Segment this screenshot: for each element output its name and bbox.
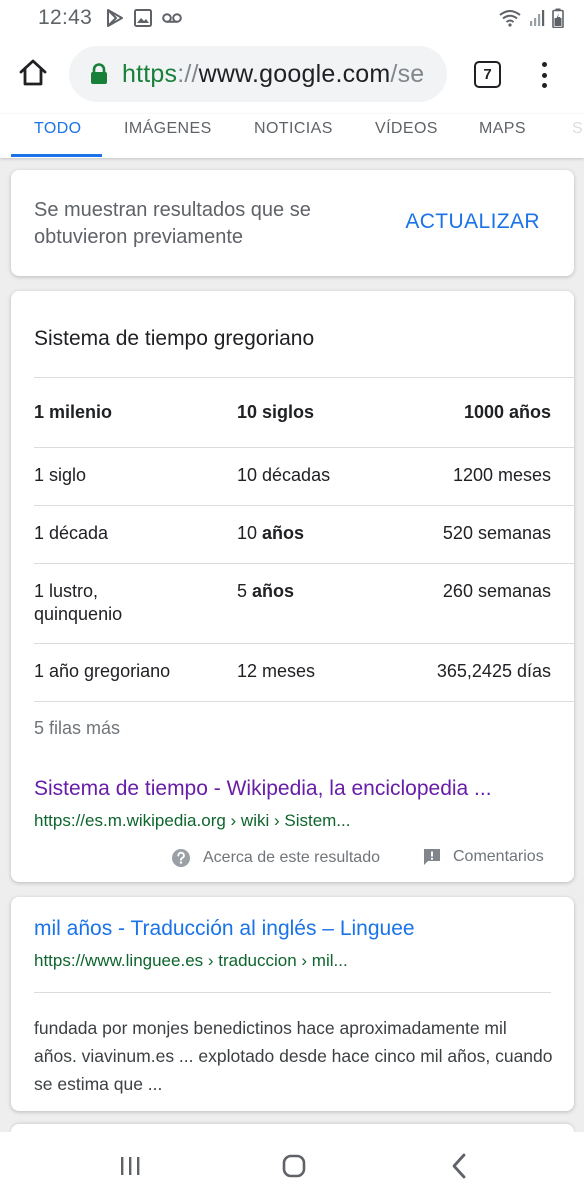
home-icon <box>18 59 48 92</box>
table-cell: 1 milenio <box>34 402 113 422</box>
table-cell: 10 décadas <box>237 465 331 485</box>
result-url[interactable]: https://es.m.wikipedia.org › wiki › Sist… <box>34 811 350 831</box>
system-icons <box>498 8 564 28</box>
result-url[interactable]: https://www.linguee.es › traduccion › mi… <box>34 951 348 971</box>
address-bar[interactable]: https://www.google.com/se <box>69 46 447 102</box>
url-scheme: https <box>122 59 178 88</box>
image-icon <box>134 9 153 27</box>
help-icon <box>171 848 191 868</box>
tab-todo[interactable]: TODO <box>34 114 82 158</box>
feedback-label: Comentarios <box>453 848 544 865</box>
url-separator: :// <box>177 59 199 88</box>
tab-count: 7 <box>483 66 492 83</box>
tab-noticias[interactable]: NOTICIAS <box>254 114 333 158</box>
about-result-button[interactable]: Acerca de este resultado <box>171 848 380 868</box>
table-cell: 520 semanas <box>442 523 551 543</box>
divider <box>34 643 574 644</box>
result-snippet: fundada por monjes benedictinos hace apr… <box>34 1018 553 1094</box>
notification-icons <box>106 9 182 27</box>
table-cell: 1200 meses <box>452 465 551 485</box>
tab-imagenes[interactable]: IMÁGENES <box>124 114 212 158</box>
play-store-icon <box>106 9 124 27</box>
table-cell: 10 siglos <box>237 402 315 422</box>
home-circle-icon[interactable] <box>279 1152 309 1180</box>
signal-icon <box>529 9 545 27</box>
table-cell: 1 lustro, quinquenio <box>34 581 123 624</box>
search-result-card: mil años - Traducción al inglés – Lingue… <box>11 897 574 1111</box>
recent-apps-icon[interactable] <box>115 1152 145 1180</box>
status-bar: 12:43 <box>0 0 584 36</box>
home-button[interactable] <box>15 57 51 93</box>
url-host: www.google.com <box>198 59 391 88</box>
table-cell: 365,2425 días <box>436 661 551 681</box>
table-cell: 10 años <box>237 522 304 545</box>
tab-maps[interactable]: MAPS <box>479 114 526 158</box>
table-cell: 5 años <box>237 580 294 603</box>
table-cell-value: 10 <box>237 523 263 543</box>
divider <box>34 563 574 564</box>
feedback-icon <box>423 848 441 866</box>
tab-videos[interactable]: VÍDEOS <box>375 114 438 158</box>
divider <box>34 701 574 702</box>
table-cell: 1 década <box>34 523 109 543</box>
cached-results-notice: Se muestran resultados que se obtuvieron… <box>11 170 574 276</box>
table-cell-unit: años <box>262 523 305 543</box>
table-cell: 260 semanas <box>442 581 551 601</box>
divider <box>34 992 551 993</box>
more-rows-link[interactable]: 5 filas más <box>34 718 120 739</box>
tab-switcher-button[interactable]: 7 <box>474 61 501 88</box>
more-vert-icon[interactable] <box>534 59 554 91</box>
browser-toolbar: https://www.google.com/se 7 <box>0 36 584 114</box>
url-path: /se <box>390 59 425 88</box>
active-tab-indicator <box>11 154 102 157</box>
search-tabs: TODO IMÁGENES NOTICIAS VÍDEOS MAPS S <box>0 114 584 158</box>
about-result-label: Acerca de este resultado <box>203 849 380 866</box>
wifi-icon <box>498 9 522 27</box>
table-cell: 1 siglo <box>34 465 87 485</box>
table-cell: 1000 años <box>463 402 551 422</box>
table-cell: 1 año gregoriano <box>34 661 171 681</box>
lock-icon <box>89 63 109 85</box>
notice-text: Se muestran resultados que se obtuvieron… <box>34 199 311 248</box>
refresh-button[interactable]: ACTUALIZAR <box>405 210 540 234</box>
table-cell-value: 5 <box>237 581 253 601</box>
battery-icon <box>552 8 564 28</box>
system-nav-bar <box>0 1132 584 1200</box>
result-title-link[interactable]: mil años - Traducción al inglés – Lingue… <box>34 917 415 941</box>
table-cell-unit: años <box>252 581 295 601</box>
result-title-link[interactable]: Sistema de tiempo - Wikipedia, la encicl… <box>34 777 492 801</box>
divider <box>34 377 574 378</box>
table-cell: 12 meses <box>237 661 316 681</box>
tab-partial[interactable]: S <box>572 114 583 158</box>
feedback-button[interactable]: Comentarios <box>423 848 544 866</box>
divider <box>34 505 574 506</box>
table-title: Sistema de tiempo gregoriano <box>34 327 315 350</box>
status-time: 12:43 <box>38 6 93 29</box>
featured-snippet-card: Sistema de tiempo gregoriano 1 milenio 1… <box>11 291 574 882</box>
divider <box>34 447 574 448</box>
back-icon[interactable] <box>444 1152 474 1180</box>
voicemail-icon <box>162 12 182 24</box>
url-text: https://www.google.com/se <box>122 60 424 89</box>
